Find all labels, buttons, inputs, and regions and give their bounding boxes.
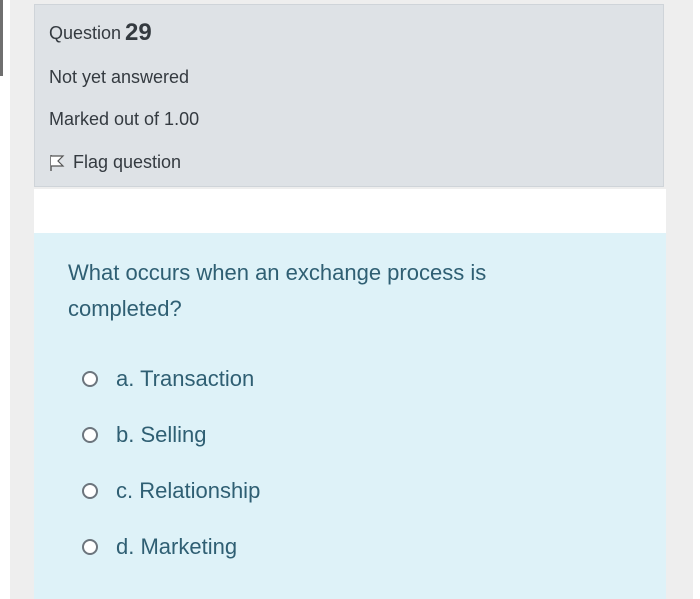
flag-question-label: Flag question — [73, 152, 182, 172]
answer-label: b. Selling — [116, 422, 207, 447]
answer-option[interactable]: b. Selling — [82, 422, 207, 448]
scroll-indicator — [0, 0, 3, 76]
flag-icon — [50, 154, 65, 171]
answer-label: a. Transaction — [116, 366, 255, 391]
answer-option[interactable]: c. Relationship — [82, 478, 260, 504]
answer-label: d. Marketing — [116, 534, 238, 559]
radio-icon[interactable] — [82, 539, 98, 555]
question-label: Question — [49, 23, 122, 43]
question-info-panel: Question 29 Not yet answered Marked out o… — [34, 4, 664, 187]
radio-icon[interactable] — [82, 483, 98, 499]
panel-gap — [34, 189, 666, 233]
answer-label: c. Relationship — [116, 478, 261, 503]
question-text: What occurs when an exchange process is … — [68, 260, 487, 321]
answer-option[interactable]: a. Transaction — [82, 366, 254, 392]
question-number: 29 — [125, 19, 152, 46]
question-content-panel: What occurs when an exchange process is … — [34, 233, 666, 599]
question-marks: Marked out of 1.00 — [49, 109, 200, 129]
question-number-title: Question 29 — [49, 19, 152, 47]
flag-question-link[interactable]: Flag question — [49, 152, 181, 173]
answer-option[interactable]: d. Marketing — [82, 534, 237, 560]
radio-icon[interactable] — [82, 371, 98, 387]
answer-status: Not yet answered — [49, 67, 190, 87]
radio-icon[interactable] — [82, 427, 98, 443]
